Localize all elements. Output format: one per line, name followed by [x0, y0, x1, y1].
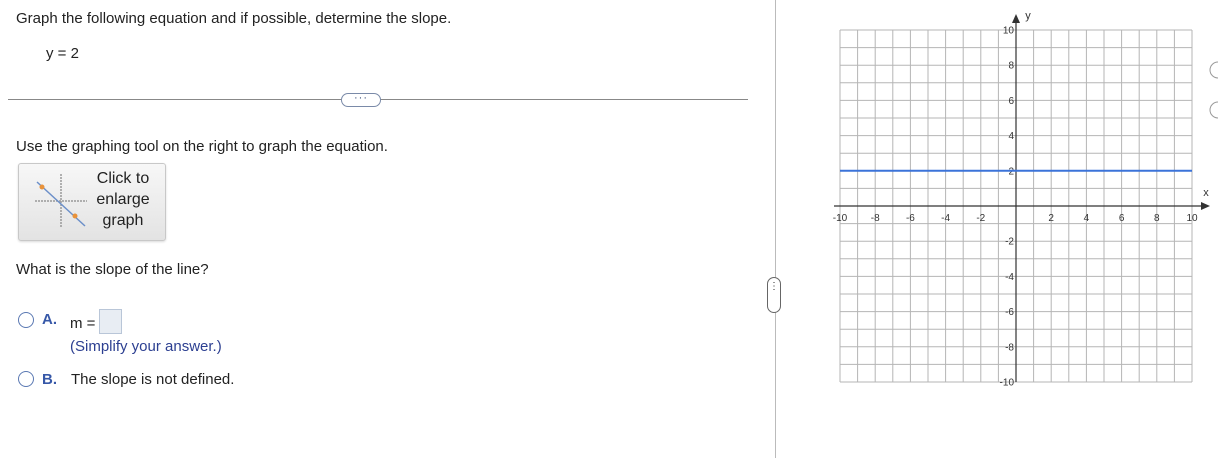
option-a-prefix: m = — [70, 315, 96, 332]
x-tick-label: 10 — [1186, 213, 1198, 224]
instruction-text: Graph the following equation and if poss… — [16, 10, 452, 27]
enlarge-graph-label: Click to enlarge graph — [96, 170, 150, 229]
slope-answer-input[interactable] — [99, 309, 122, 334]
option-a-radio[interactable] — [18, 312, 34, 328]
y-tick-label: -8 — [1005, 342, 1014, 353]
equation-text: y = 2 — [46, 45, 79, 62]
x-tick-label: 4 — [1084, 213, 1090, 224]
enlarge-graph-button[interactable]: Click to enlarge graph — [18, 163, 166, 241]
x-tick-label: -6 — [906, 213, 915, 224]
coordinate-graph[interactable]: xy-10 -8 -6 -4 -2 2 4 6 8 10108642-2-4-6-8-10 — [820, 8, 1212, 408]
x-axis-arrow — [1201, 202, 1210, 210]
y-tick-label: -4 — [1005, 272, 1014, 283]
slope-question: What is the slope of the line? — [16, 261, 209, 278]
x-tick-label: -8 — [871, 213, 880, 224]
side-panel-tabs[interactable] — [1208, 50, 1218, 130]
y-tick-label: -10 — [1000, 378, 1015, 389]
option-a-letter: A. — [42, 311, 57, 328]
y-tick-label: 4 — [1008, 131, 1014, 142]
simplify-hint: (Simplify your answer.) — [70, 338, 222, 355]
x-tick-label: -2 — [976, 213, 985, 224]
x-tick-label: -4 — [941, 213, 950, 224]
y-tick-label: 8 — [1008, 61, 1014, 72]
y-tick-label: 10 — [1003, 26, 1015, 37]
x-tick-label: 8 — [1154, 213, 1160, 224]
x-tick-label: 6 — [1119, 213, 1125, 224]
x-tick-label: 2 — [1048, 213, 1054, 224]
y-tick-label: -6 — [1005, 307, 1014, 318]
graph-thumbnail-icon — [35, 174, 87, 228]
more-button[interactable]: ··· — [341, 93, 381, 107]
option-b-text: The slope is not defined. — [71, 371, 235, 388]
x-axis-label: x — [1203, 187, 1209, 199]
graph-tool-instruction: Use the graphing tool on the right to gr… — [16, 138, 388, 155]
y-axis-arrow — [1012, 14, 1020, 23]
y-tick-label: 6 — [1008, 96, 1014, 107]
option-b-radio[interactable] — [18, 371, 34, 387]
y-tick-label: -2 — [1005, 237, 1014, 248]
option-b-letter: B. — [42, 371, 57, 388]
panel-splitter — [775, 0, 776, 458]
x-tick-label: -10 — [833, 213, 848, 224]
y-axis-label: y — [1025, 10, 1031, 22]
panel-resize-handle[interactable]: ⋮ — [767, 277, 781, 313]
